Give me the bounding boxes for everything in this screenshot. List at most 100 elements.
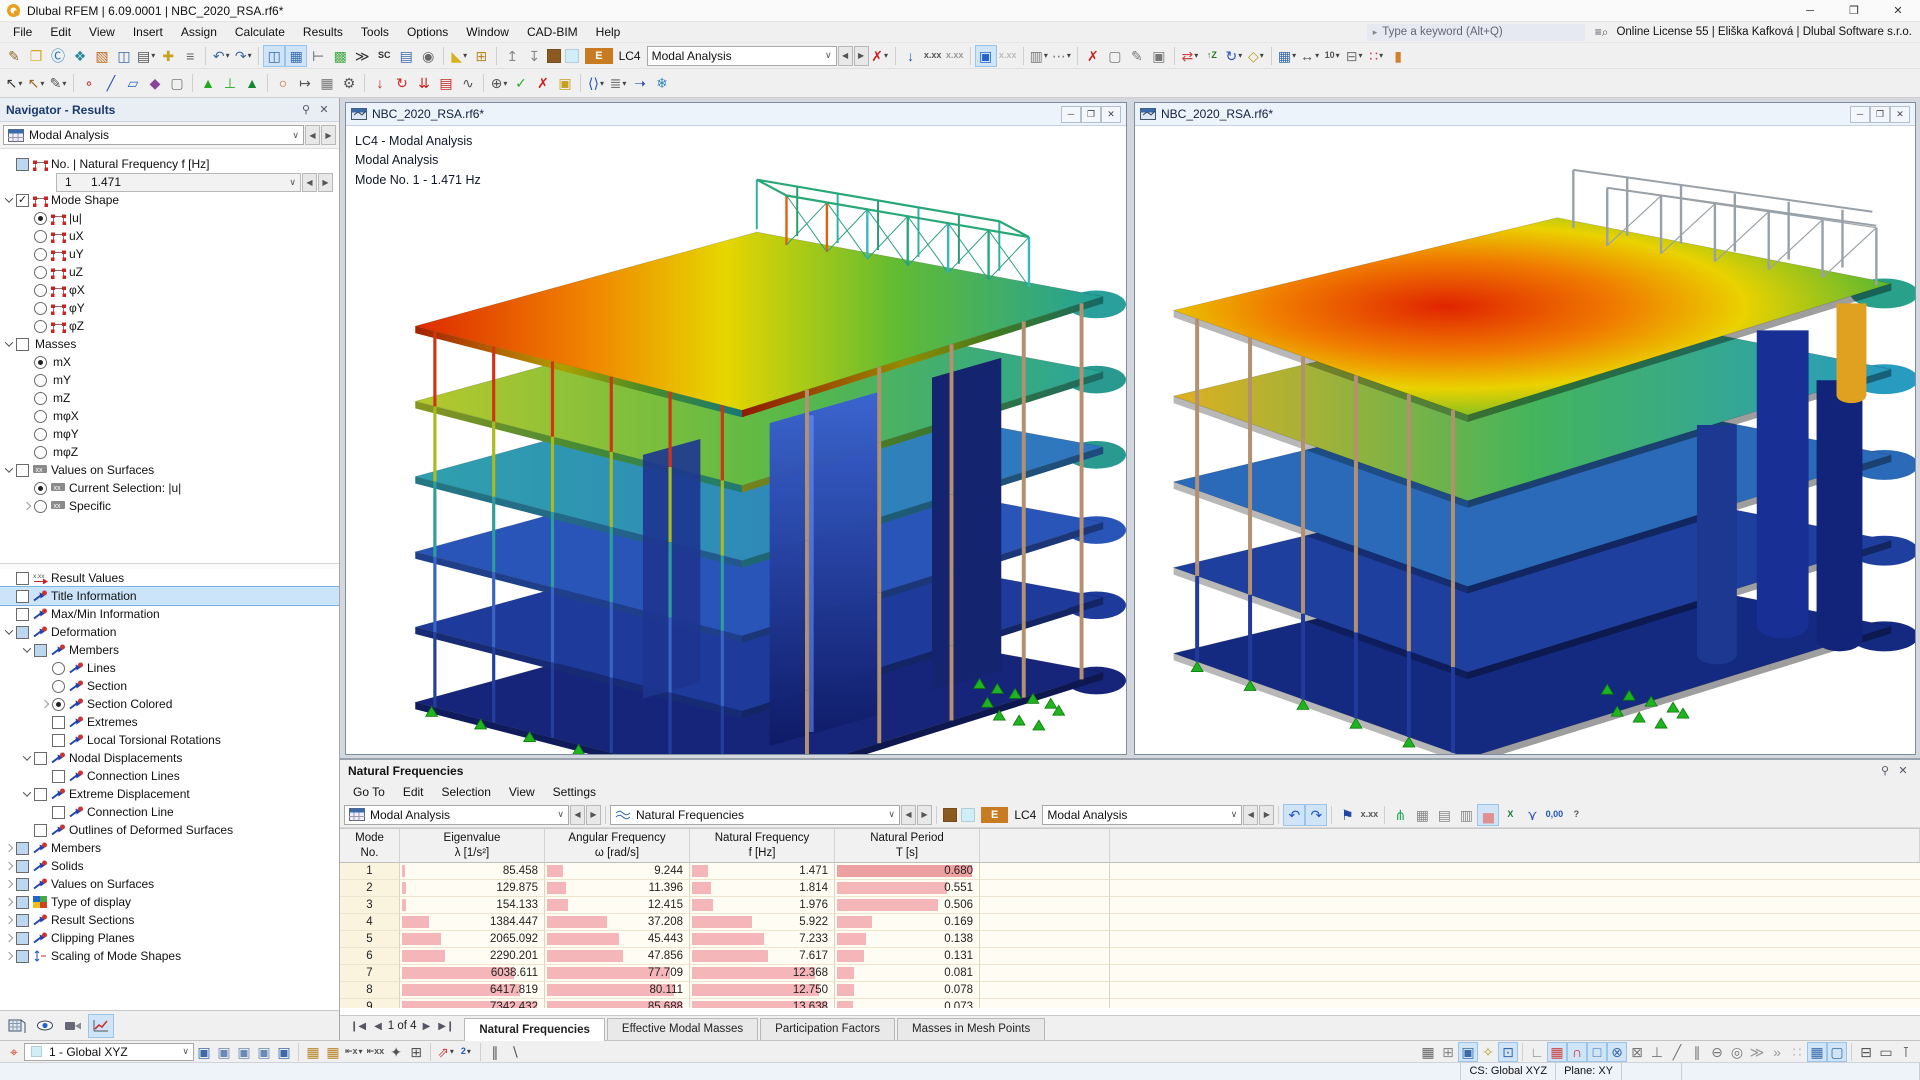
- table-view-icon[interactable]: ▦: [1411, 804, 1433, 826]
- dim-x-icon[interactable]: ⇤x ▾: [343, 1042, 365, 1062]
- close-icon[interactable]: ✕: [315, 101, 333, 119]
- excel-export-icon[interactable]: X: [1499, 804, 1521, 826]
- tab-effective-modal-masses[interactable]: Effective Modal Masses: [606, 1018, 759, 1040]
- vp-restore-button[interactable]: ❐: [1081, 105, 1101, 123]
- render-icon[interactable]: ▦ ▾: [1276, 45, 1298, 67]
- expand-icon[interactable]: [2, 879, 16, 889]
- checkbox[interactable]: [16, 841, 29, 855]
- grid-icon[interactable]: ▦: [1418, 1042, 1438, 1062]
- result-diagram-icon[interactable]: ▅: [1477, 803, 1500, 826]
- visibility-icon[interactable]: ✦: [386, 1042, 406, 1062]
- next-record-button[interactable]: ▶: [421, 1021, 433, 1032]
- layers-icon[interactable]: ≣ ▾: [607, 72, 629, 94]
- loadcase-prev-button[interactable]: ◀: [837, 45, 853, 66]
- checkbox[interactable]: [16, 193, 29, 207]
- radio-button[interactable]: [34, 499, 47, 513]
- table-prev-button[interactable]: ◀: [570, 804, 585, 825]
- mesh-settings-icon[interactable]: ⚙: [338, 72, 360, 94]
- snap-circle-icon[interactable]: ⊗: [1607, 1041, 1627, 1062]
- window-icon[interactable]: ⊞: [406, 1042, 426, 1062]
- loadcase-combo[interactable]: Modal Analysis ∨: [646, 45, 837, 66]
- column-header-natural-period[interactable]: Natural Period T [s]: [835, 829, 980, 863]
- checkbox[interactable]: [16, 931, 29, 945]
- save-icon[interactable]: ◫: [113, 45, 135, 67]
- collapse-icon[interactable]: [2, 464, 16, 473]
- tables-toggle-icon[interactable]: ▦: [285, 44, 308, 67]
- csys-icon[interactable]: ⌖: [4, 1042, 24, 1062]
- checkbox[interactable]: [52, 733, 65, 747]
- lc-next-button[interactable]: ▶: [1259, 804, 1275, 825]
- print-graphic-icon[interactable]: ▧: [91, 45, 113, 67]
- model-icon[interactable]: ❖: [69, 45, 91, 67]
- frame2-icon[interactable]: ▣: [554, 72, 576, 94]
- viewport-left[interactable]: NBC_2020_RSA.rf6* ─ ❐ ✕ LC4 - Modal Analys…: [345, 102, 1127, 755]
- radio-button[interactable]: [34, 229, 47, 243]
- drop-icon[interactable]: ❄: [651, 72, 673, 94]
- show-result-icon[interactable]: ⚑: [1336, 804, 1358, 826]
- arrow-blue-icon[interactable]: ➝: [629, 72, 651, 94]
- dimension-icon[interactable]: ⟨⟩ ▾: [585, 72, 607, 94]
- jump-back-icon[interactable]: ↶: [1283, 803, 1306, 826]
- redo-icon[interactable]: ↷ ▾: [232, 45, 254, 67]
- radio-button[interactable]: [34, 283, 47, 297]
- snap-box-icon[interactable]: □: [1587, 1041, 1607, 1062]
- table-row[interactable]: 9 7342.432 85.688 13.638 0.073: [340, 999, 1920, 1008]
- table-row[interactable]: 4 1384.447 37.208 5.922 0.169: [340, 914, 1920, 931]
- menu-cad-bim[interactable]: CAD-BIM: [518, 23, 587, 41]
- snap-points-icon[interactable]: ▦: [1547, 1041, 1567, 1062]
- menu-assign[interactable]: Assign: [172, 23, 226, 41]
- checkbox[interactable]: [16, 895, 29, 909]
- tree-item-connection-lines[interactable]: Connection Lines: [0, 767, 339, 785]
- tree-item-members[interactable]: Members: [0, 839, 339, 857]
- tree-item-clipping-planes[interactable]: Clipping Planes: [0, 929, 339, 947]
- expand-icon[interactable]: [2, 915, 16, 925]
- pin-icon[interactable]: ⚲: [297, 101, 315, 119]
- vp-close-button[interactable]: ✕: [1101, 105, 1121, 123]
- moment-load-icon[interactable]: ↻: [391, 72, 413, 94]
- expand-icon[interactable]: [38, 699, 52, 709]
- menu-window[interactable]: Window: [457, 23, 518, 41]
- column-header-angular-frequency[interactable]: Angular Frequency ω [rad/s]: [545, 829, 690, 863]
- mode-prev-button[interactable]: ◀: [302, 172, 317, 192]
- column-header-empty[interactable]: [980, 829, 1110, 863]
- table-menu-go-to[interactable]: Go To: [344, 783, 394, 801]
- collapse-icon[interactable]: [20, 644, 34, 653]
- opening-icon[interactable]: ▢: [166, 72, 188, 94]
- tree-item-extremes[interactable]: Extremes: [0, 713, 339, 731]
- menu-options[interactable]: Options: [398, 23, 457, 41]
- tree-item-m-x[interactable]: mφX: [0, 407, 339, 425]
- check-icon[interactable]: ✓: [510, 72, 532, 94]
- surface-icon[interactable]: ▱: [122, 72, 144, 94]
- mode-next-button[interactable]: ▶: [318, 172, 333, 192]
- collapse-icon[interactable]: [2, 194, 16, 203]
- result-values-all-icon[interactable]: x.xx: [944, 45, 966, 67]
- snap-grid-icon[interactable]: ▣: [1458, 1041, 1478, 1062]
- tree-item-no-natural-frequency-f-hz[interactable]: No. | Natural Frequency f [Hz]: [0, 155, 339, 173]
- console-icon[interactable]: ≫: [351, 45, 373, 67]
- column-header-natural-frequency[interactable]: Natural Frequency f [Hz]: [690, 829, 835, 863]
- snap-icon[interactable]: ◇ ▾: [1245, 45, 1267, 67]
- magnet-icon[interactable]: ∩: [1567, 1041, 1587, 1062]
- tree-item-lines[interactable]: Lines: [0, 659, 339, 677]
- protocol-icon[interactable]: ▤: [395, 45, 417, 67]
- analysis-prev-button[interactable]: ◀: [305, 125, 320, 145]
- first-record-button[interactable]: ❙◀: [348, 1021, 368, 1032]
- expand-icon[interactable]: [2, 951, 16, 961]
- tree-item-nodal-displacements[interactable]: Nodal Displacements: [0, 749, 339, 767]
- radio-button[interactable]: [34, 247, 47, 261]
- tree-item-x[interactable]: φX: [0, 281, 339, 299]
- viewport-right[interactable]: NBC_2020_RSA.rf6* ─ ❐ ✕: [1134, 102, 1916, 755]
- vp-restore-button[interactable]: ❐: [1870, 105, 1890, 123]
- radio-button[interactable]: [34, 265, 47, 279]
- checkbox[interactable]: [34, 823, 47, 837]
- column-header-eigenvalue[interactable]: Eigenvalue λ [1/s²]: [400, 829, 545, 863]
- checkbox[interactable]: [16, 859, 29, 873]
- minimize-button[interactable]: ─: [1788, 0, 1832, 22]
- navigator-toggle-icon[interactable]: ◫: [263, 44, 286, 67]
- tree-item-values-on-surfaces[interactable]: Values on Surfaces: [0, 875, 339, 893]
- table-next-button[interactable]: ▶: [586, 804, 601, 825]
- radio-button[interactable]: [52, 679, 65, 693]
- tree-item-scaling-of-mode-shapes[interactable]: Scaling of Mode Shapes: [0, 947, 339, 965]
- expand-icon[interactable]: [20, 501, 34, 511]
- eccentricity-icon[interactable]: ↦: [294, 72, 316, 94]
